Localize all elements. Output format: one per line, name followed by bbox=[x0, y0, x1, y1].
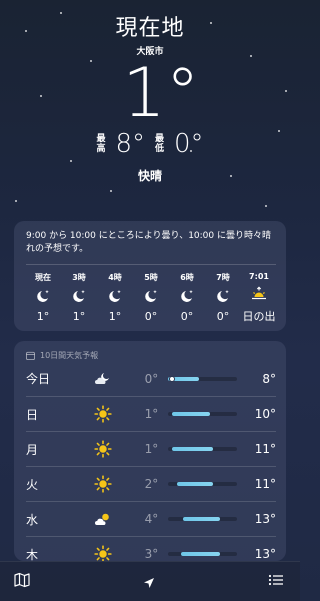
current-temperature: 1° bbox=[122, 54, 200, 133]
temperature-range-bar bbox=[168, 517, 238, 521]
current-temperature-dot bbox=[168, 375, 175, 382]
daily-row[interactable]: 水 4° 13° bbox=[26, 501, 276, 536]
daily-row[interactable]: 火 2° 11° bbox=[26, 466, 276, 501]
moon-stars-icon bbox=[35, 286, 51, 306]
high-temperature: 11° bbox=[254, 477, 276, 491]
map-icon[interactable] bbox=[14, 572, 30, 592]
hour-label: 現在 bbox=[35, 273, 51, 282]
hourly-forecast-card[interactable]: 9:00 から 10:00 にところにより曇り、10:00 に曇り時々晴れの予想… bbox=[14, 221, 286, 331]
temperature-range-bar bbox=[168, 412, 238, 416]
hour-label: 5時 bbox=[144, 273, 158, 282]
daily-list: 今日 0° 8° 日 1° 10° 月 1° 11° 火 2° 11° 水 4° 13°… bbox=[14, 361, 286, 561]
hour-temperature: 0° bbox=[144, 310, 158, 323]
daily-row[interactable]: 月 1° 11° bbox=[26, 431, 276, 466]
temperature-range-fill bbox=[172, 412, 210, 416]
moon-stars-icon bbox=[215, 286, 231, 306]
moon-stars-icon bbox=[71, 286, 87, 306]
day-label: 木 bbox=[26, 547, 39, 562]
low-temperature: 1° bbox=[144, 407, 159, 421]
list-icon[interactable] bbox=[268, 572, 284, 592]
sun-cloud-icon bbox=[84, 510, 122, 528]
hour-temperature: 1° bbox=[72, 310, 86, 323]
hour-label: 4時 bbox=[108, 273, 122, 282]
low-label: 最低 bbox=[155, 134, 165, 154]
hour-temperature: 0° bbox=[180, 310, 194, 323]
daily-forecast-header: 10日間天気予報 bbox=[14, 341, 286, 361]
temperature-range-bar bbox=[168, 482, 238, 486]
daily-row[interactable]: 今日 0° 8° bbox=[26, 361, 276, 396]
day-label: 日 bbox=[26, 407, 39, 422]
hour-temperature: 日の出 bbox=[242, 310, 276, 323]
moon-cloud-icon bbox=[84, 370, 122, 388]
sun-icon bbox=[84, 440, 122, 458]
hourly-list[interactable]: 現在 1° 3時 1° 4時 1° 5時 0° 6時 0° 7時 0° 7:01 日の出 bbox=[14, 265, 286, 324]
day-label: 火 bbox=[26, 477, 39, 492]
hour-temperature: 1° bbox=[36, 310, 50, 323]
hour-label: 7時 bbox=[216, 273, 230, 282]
low-temperature: 3° bbox=[144, 547, 159, 561]
high-temperature: 13° bbox=[254, 512, 276, 526]
low-temperature: 0° bbox=[174, 129, 204, 159]
moon-stars-icon bbox=[179, 286, 195, 306]
sunrise-icon bbox=[251, 284, 267, 304]
high-temperature: 11° bbox=[254, 442, 276, 456]
low-temperature: 4° bbox=[144, 512, 159, 526]
low-temperature: 0° bbox=[144, 371, 159, 386]
high-low: 最高 8° 最低 0° bbox=[0, 129, 300, 159]
sun-icon bbox=[84, 545, 122, 561]
high-label: 最高 bbox=[96, 134, 106, 154]
low-temperature: 1° bbox=[144, 442, 159, 456]
high-temperature: 8° bbox=[115, 129, 145, 159]
calendar-icon bbox=[26, 351, 35, 360]
sun-icon bbox=[84, 405, 122, 423]
temperature-range-fill bbox=[183, 517, 220, 521]
temperature-range-fill bbox=[180, 552, 220, 556]
location-title: 現在地 bbox=[115, 16, 185, 41]
high-temperature: 10° bbox=[254, 407, 276, 421]
location-arrow-icon[interactable] bbox=[143, 574, 155, 593]
temperature-range-bar bbox=[168, 552, 238, 556]
daily-forecast-title: 10日間天気予報 bbox=[40, 351, 99, 360]
hourly-item: 現在 1° bbox=[26, 272, 60, 324]
low-temperature: 2° bbox=[144, 477, 159, 491]
temperature-range-fill bbox=[172, 447, 214, 451]
hour-label: 7:01 bbox=[249, 272, 269, 281]
daily-forecast-card[interactable]: 10日間天気予報 今日 0° 8° 日 1° 10° 月 1° 11° 火 2° 11… bbox=[14, 341, 286, 561]
sun-icon bbox=[84, 475, 122, 493]
hour-label: 3時 bbox=[72, 273, 86, 282]
hour-temperature: 1° bbox=[108, 310, 122, 323]
hourly-item: 7:01 日の出 bbox=[242, 272, 276, 324]
temperature-range-fill bbox=[176, 482, 214, 486]
temperature-range-bar bbox=[168, 447, 238, 451]
hourly-item: 6時 0° bbox=[170, 272, 204, 324]
hour-label: 6時 bbox=[180, 273, 194, 282]
hourly-item: 4時 1° bbox=[98, 272, 132, 324]
day-label: 水 bbox=[26, 512, 39, 527]
moon-stars-icon bbox=[107, 286, 123, 306]
moon-stars-icon bbox=[143, 286, 159, 306]
forecast-summary: 9:00 から 10:00 にところにより曇り、10:00 に曇り時々晴れの予想… bbox=[26, 231, 271, 254]
current-weather: 現在地 大阪市 1° 最高 8° 最低 0° 快晴 bbox=[0, 10, 300, 184]
high-temperature: 13° bbox=[254, 547, 276, 561]
hourly-item: 3時 1° bbox=[62, 272, 96, 324]
high-temperature: 8° bbox=[262, 371, 276, 386]
bottom-toolbar bbox=[0, 561, 300, 601]
day-label: 今日 bbox=[26, 372, 51, 386]
day-label: 月 bbox=[26, 442, 39, 457]
temperature-range-bar bbox=[168, 375, 238, 382]
hourly-item: 5時 0° bbox=[134, 272, 168, 324]
hour-temperature: 0° bbox=[216, 310, 230, 323]
daily-row[interactable]: 日 1° 10° bbox=[26, 396, 276, 431]
daily-row[interactable]: 木 3° 13° bbox=[26, 536, 276, 561]
condition-label: 快晴 bbox=[137, 169, 162, 183]
hourly-item: 7時 0° bbox=[206, 272, 240, 324]
